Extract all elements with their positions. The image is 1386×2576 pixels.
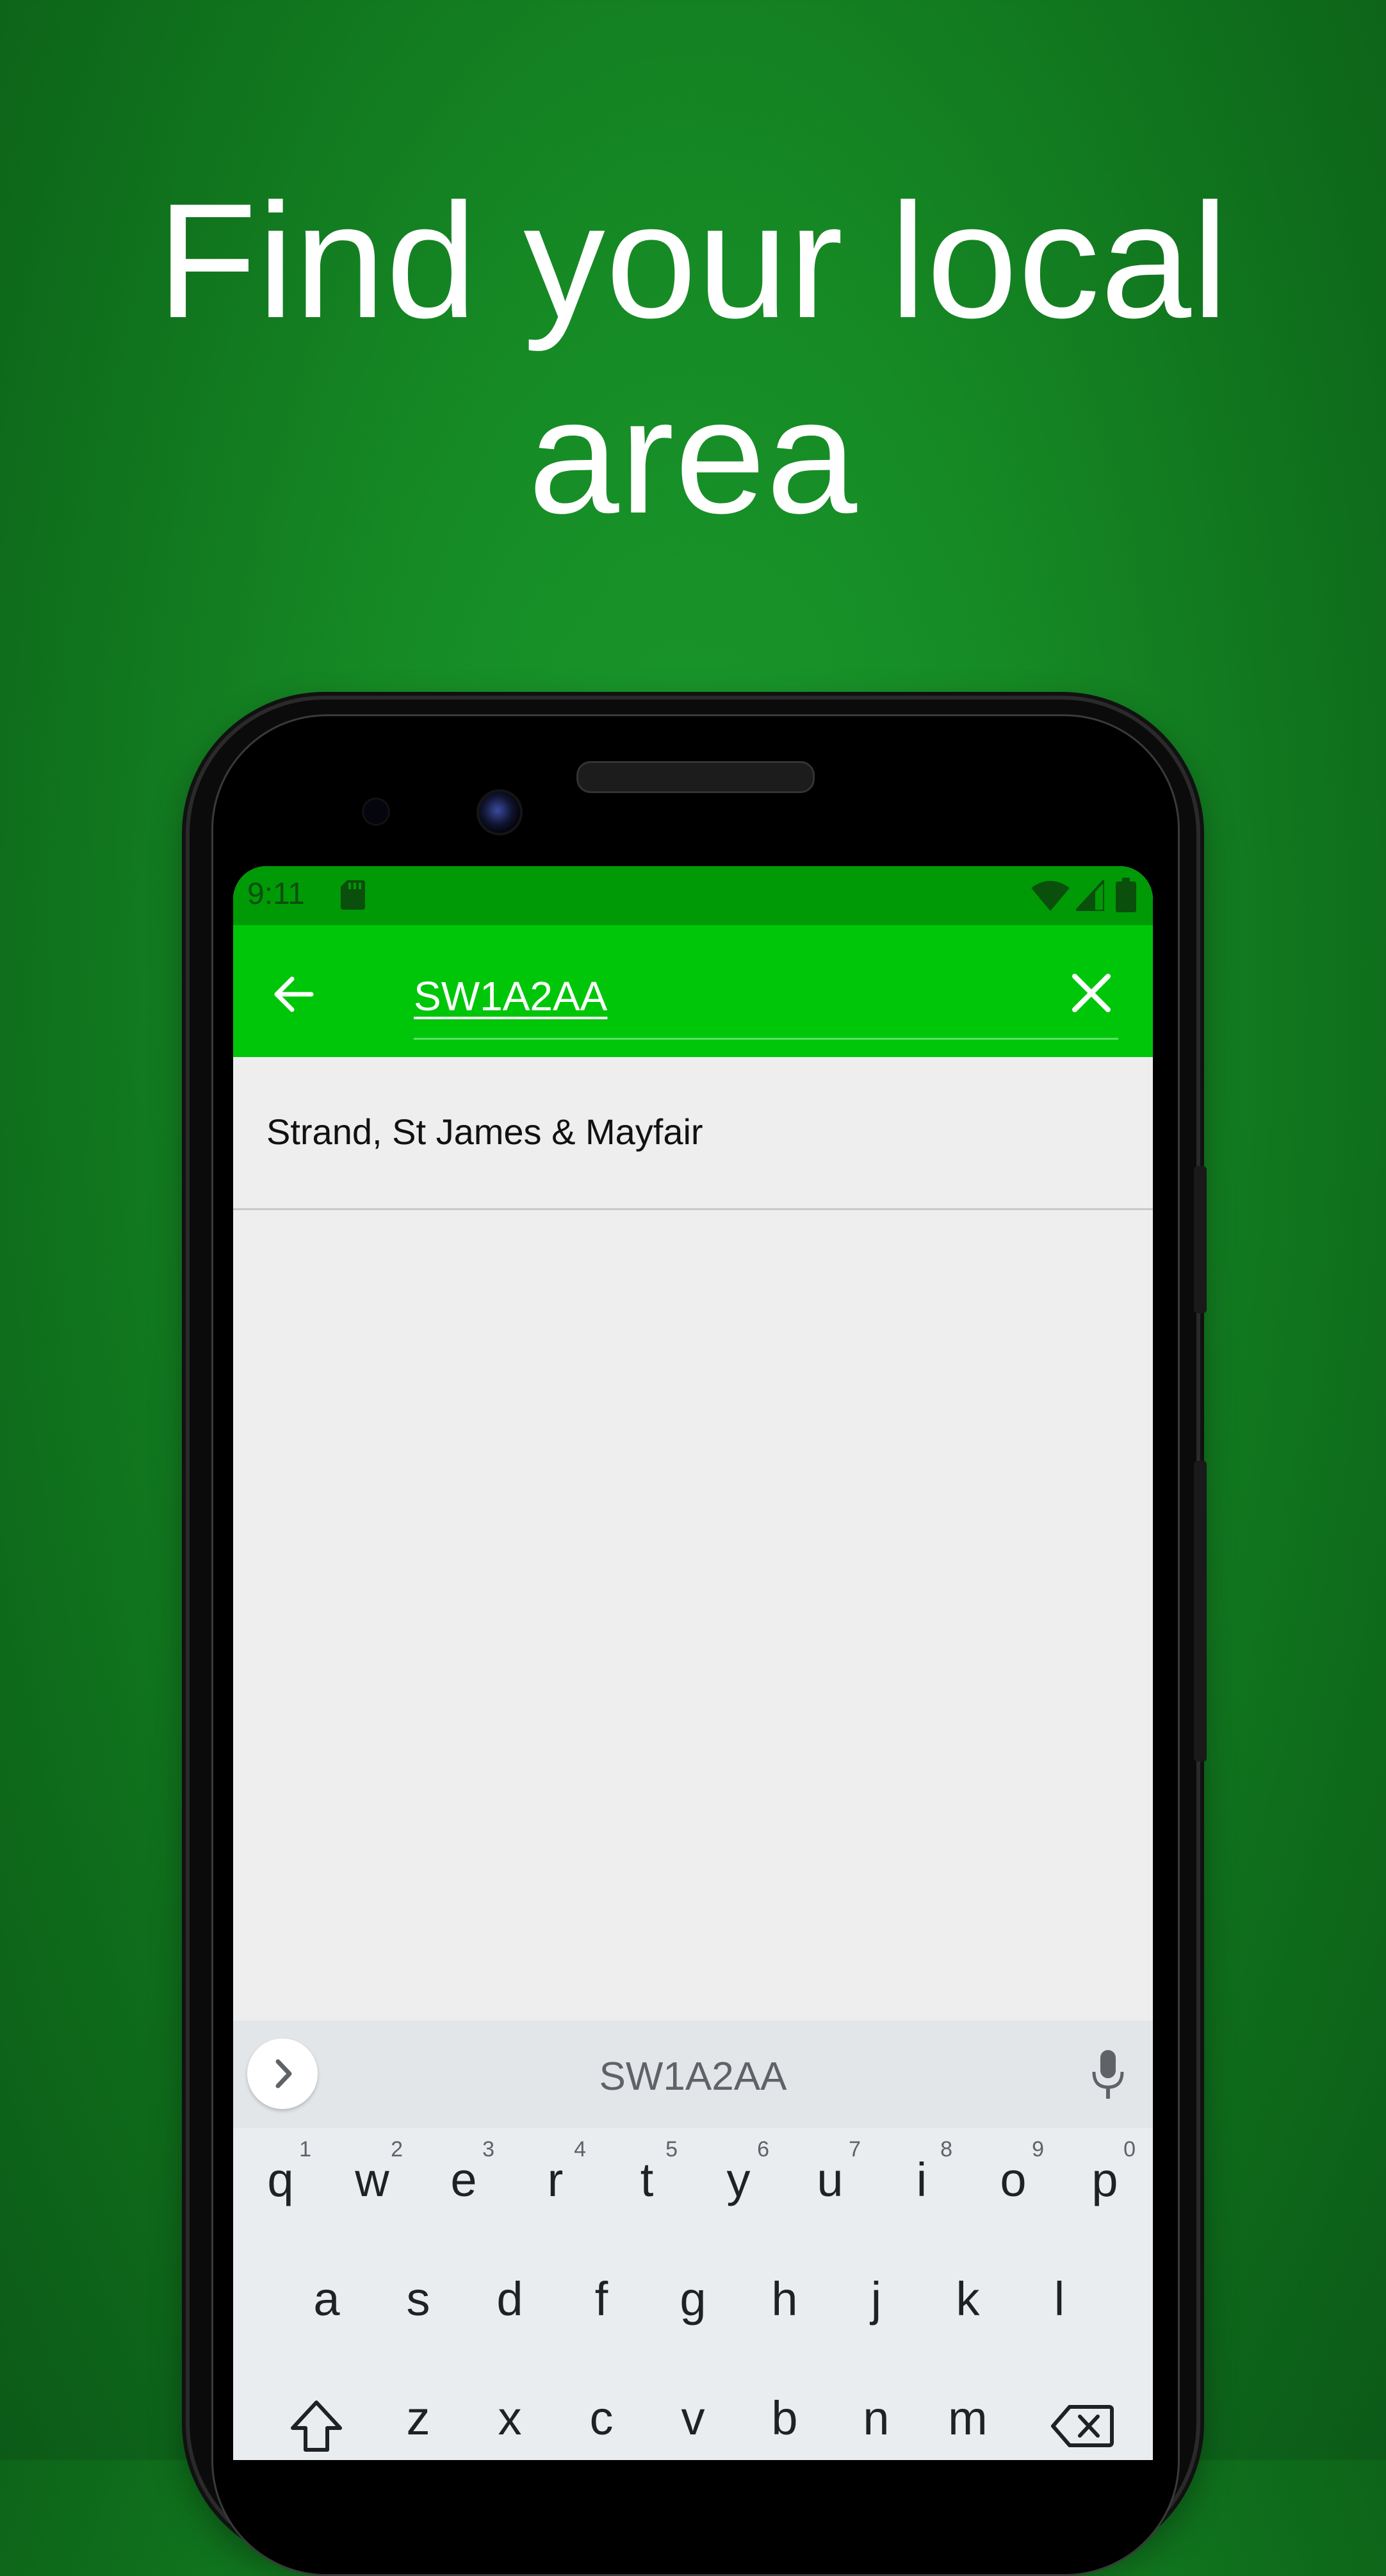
- key-x[interactable]: x: [468, 2367, 552, 2460]
- key-k[interactable]: k: [925, 2247, 1010, 2343]
- key-letter: z: [406, 2391, 430, 2445]
- key-n[interactable]: n: [834, 2367, 918, 2460]
- key-f[interactable]: f: [559, 2247, 644, 2343]
- key-hint: 2: [391, 2137, 403, 2162]
- on-screen-keyboard: SW1A2AA q1 w2 e3 r4 t5 y6 u7 i8 o9 p0 a …: [233, 2021, 1153, 2460]
- key-h[interactable]: h: [742, 2247, 827, 2343]
- key-hint: 1: [299, 2137, 311, 2162]
- signal-icon: [1076, 880, 1104, 911]
- key-c[interactable]: c: [559, 2367, 644, 2460]
- key-hint: 9: [1032, 2137, 1044, 2162]
- key-hint: 3: [482, 2137, 494, 2162]
- search-result-label: Strand, St James & Mayfair: [266, 1112, 703, 1152]
- key-z[interactable]: z: [376, 2367, 461, 2460]
- key-l[interactable]: l: [1017, 2247, 1102, 2343]
- key-y[interactable]: y6: [696, 2128, 781, 2224]
- key-v[interactable]: v: [651, 2367, 735, 2460]
- phone-front-camera: [479, 792, 520, 833]
- key-letter: m: [948, 2391, 988, 2445]
- search-input[interactable]: SW1A2AA: [414, 955, 1118, 1040]
- key-hint: 8: [940, 2137, 952, 2162]
- key-letter: v: [681, 2391, 705, 2445]
- key-letter: n: [863, 2391, 890, 2445]
- wifi-icon: [1031, 881, 1070, 911]
- key-m[interactable]: m: [925, 2367, 1010, 2460]
- key-t[interactable]: t5: [605, 2128, 689, 2224]
- key-letter: h: [771, 2272, 798, 2326]
- headline-line-1: Find your local: [157, 170, 1229, 352]
- key-letter: g: [680, 2272, 706, 2326]
- search-query-text: SW1A2AA: [414, 973, 608, 1019]
- key-a[interactable]: a: [284, 2247, 369, 2343]
- key-letter: c: [589, 2391, 614, 2445]
- sd-card-icon: [341, 880, 365, 910]
- search-result-item[interactable]: Strand, St James & Mayfair: [233, 1057, 1153, 1210]
- keyboard-suggestion[interactable]: SW1A2AA: [233, 2054, 1153, 2099]
- key-e[interactable]: e3: [421, 2128, 506, 2224]
- promo-headline: Find your local area: [0, 163, 1386, 554]
- key-hint: 0: [1123, 2137, 1136, 2162]
- key-j[interactable]: j: [834, 2247, 918, 2343]
- phone-side-button-upper: [1194, 1166, 1207, 1313]
- battery-icon: [1116, 878, 1136, 912]
- key-s[interactable]: s: [376, 2247, 461, 2343]
- phone-screen: 9:11 SW1A2AA Strand, St James & Mayfair …: [233, 866, 1153, 2460]
- key-hint: 4: [574, 2137, 586, 2162]
- key-letter: l: [1054, 2272, 1065, 2326]
- keyboard-suggestion-bar: SW1A2AA: [233, 2021, 1153, 2128]
- shift-key[interactable]: [259, 2367, 374, 2460]
- headline-line-2: area: [528, 365, 858, 548]
- key-letter: x: [498, 2391, 522, 2445]
- mic-icon[interactable]: [1091, 2050, 1125, 2099]
- search-app-bar: SW1A2AA: [233, 925, 1153, 1057]
- key-hint: 7: [849, 2137, 861, 2162]
- key-letter: b: [771, 2391, 798, 2445]
- back-arrow-icon[interactable]: [269, 970, 318, 1019]
- key-letter: d: [496, 2272, 523, 2326]
- key-letter: j: [870, 2272, 882, 2326]
- phone-side-button-lower: [1194, 1461, 1207, 1762]
- key-w[interactable]: w2: [330, 2128, 414, 2224]
- status-time: 9:11: [247, 877, 305, 911]
- key-letter: s: [406, 2272, 430, 2326]
- close-icon[interactable]: [1068, 970, 1114, 1016]
- key-b[interactable]: b: [742, 2367, 827, 2460]
- phone-sensor: [364, 800, 388, 824]
- key-d[interactable]: d: [468, 2247, 552, 2343]
- backspace-key[interactable]: [1025, 2367, 1140, 2460]
- shift-icon: [291, 2400, 342, 2452]
- key-hint: 5: [665, 2137, 678, 2162]
- key-letter: k: [956, 2272, 980, 2326]
- phone-speaker: [576, 761, 815, 793]
- key-o[interactable]: o9: [971, 2128, 1056, 2224]
- key-u[interactable]: u7: [788, 2128, 872, 2224]
- key-p[interactable]: p0: [1063, 2128, 1147, 2224]
- key-i[interactable]: i8: [879, 2128, 964, 2224]
- key-letter: a: [313, 2272, 340, 2326]
- key-hint: 6: [757, 2137, 769, 2162]
- key-q[interactable]: q1: [238, 2128, 323, 2224]
- status-bar: 9:11: [233, 866, 1153, 925]
- key-letter: f: [594, 2272, 608, 2326]
- key-r[interactable]: r4: [513, 2128, 598, 2224]
- key-g[interactable]: g: [651, 2247, 735, 2343]
- backspace-icon: [1051, 2405, 1114, 2447]
